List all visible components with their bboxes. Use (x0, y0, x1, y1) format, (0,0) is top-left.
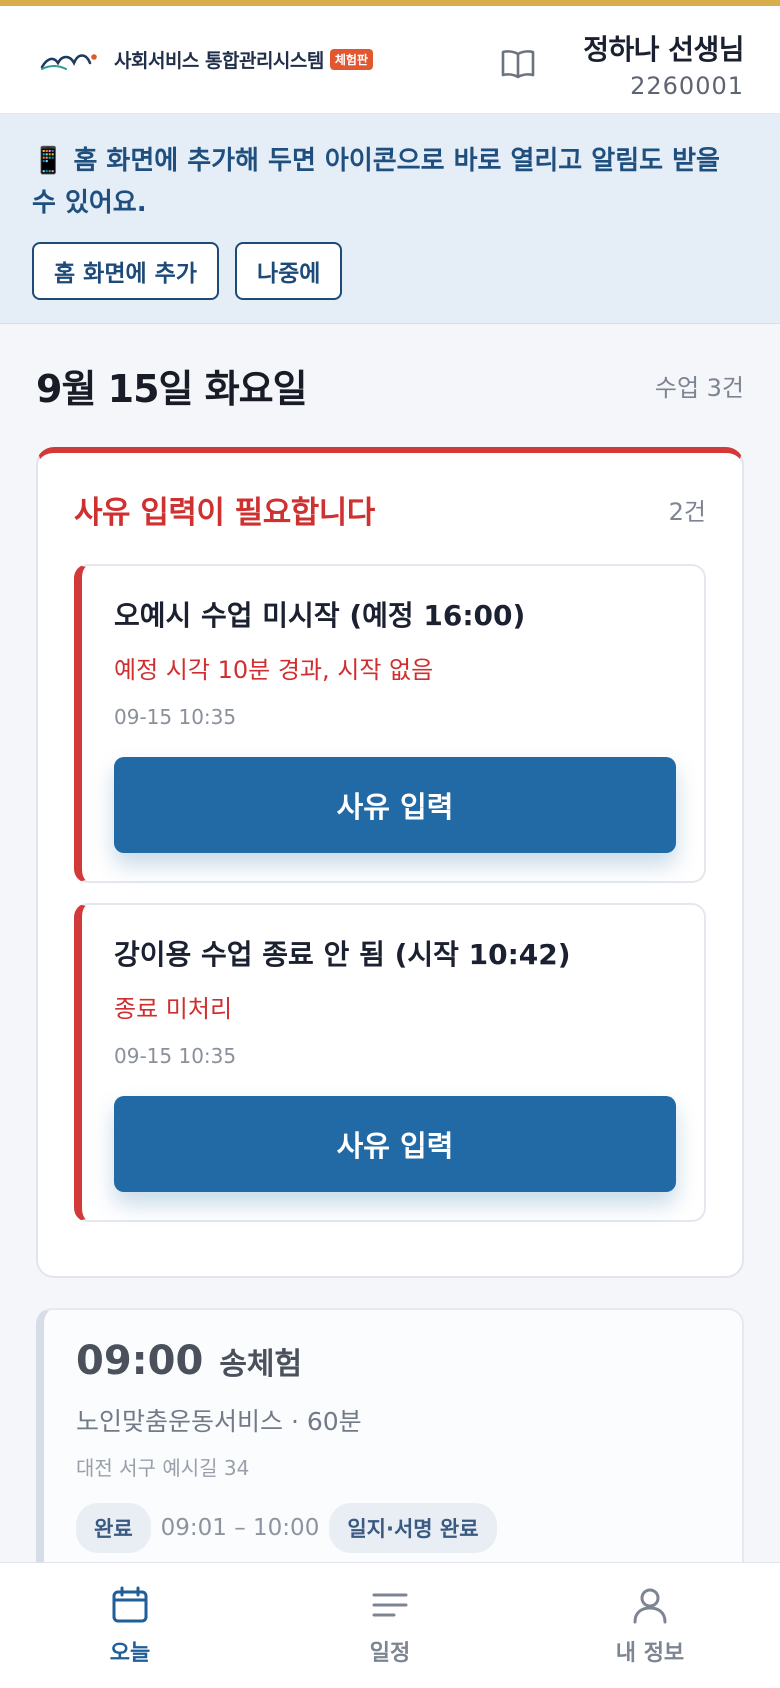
nav-profile[interactable]: 내 정보 (550, 1585, 750, 1667)
nav-today-label: 오늘 (109, 1640, 151, 1666)
alert-card-timestamp: 09-15 10:35 (114, 705, 237, 729)
brand-title: 사회서비스 통합관리시스템 (114, 50, 324, 72)
alert-header: 사유 입력이 필요합니다 2건 (74, 487, 706, 532)
status-badge: 완료 (76, 1503, 151, 1553)
alert-card-reason: 예정 시각 10분 경과, 시작 없음 (114, 656, 434, 684)
book-icon (501, 50, 535, 79)
brand-logo[interactable]: 사회서비스 통합관리시스템 체험판 (40, 45, 374, 75)
nav-profile-label: 내 정보 (615, 1640, 685, 1666)
page-title-date: 9월 15일 화요일 (36, 367, 308, 411)
alert-count: 2건 (668, 498, 706, 526)
log-status-badge: 일지·서명 완료 (329, 1503, 497, 1553)
user-info[interactable]: 정하나 선생님 2260001 (583, 28, 744, 100)
later-button[interactable]: 나중에 (234, 242, 343, 300)
manual-button[interactable] (496, 44, 540, 84)
add-to-home-button[interactable]: 홈 화면에 추가 (32, 242, 219, 300)
install-banner-text: 홈 화면에 추가해 두면 아이콘으로 바로 열리고 알림도 받을 수 있어요. (32, 146, 720, 218)
app-header: 사회서비스 통합관리시스템 체험판 정하나 선생님 2260001 (0, 6, 780, 114)
alert-card: 오예시 수업 미시작 (예정 16:00) 예정 시각 10분 경과, 시작 없… (74, 564, 706, 883)
alert-card-reason: 종료 미처리 (114, 995, 233, 1023)
alert-card: 강이용 수업 종료 안 됨 (시작 10:42) 종료 미처리 09-15 10… (74, 903, 706, 1222)
phone-icon: 📱 (32, 146, 65, 176)
user-id: 2260001 (630, 72, 744, 100)
user-icon (633, 1588, 667, 1623)
install-banner-message: 📱 홈 화면에 추가해 두면 아이콘으로 바로 열리고 알림도 받을 수 있어요… (32, 140, 748, 224)
reason-required-panel: 사유 입력이 필요합니다 2건 오예시 수업 미시작 (예정 16:00) 예정… (36, 447, 744, 1278)
class-count: 수업 3건 (654, 374, 744, 402)
alert-card-timestamp: 09-15 10:35 (114, 1044, 237, 1068)
client-address: 대전 서구 예시길 34 (76, 1456, 250, 1480)
date-row: 9월 15일 화요일 수업 3건 (0, 358, 780, 413)
nav-today[interactable]: 오늘 (30, 1585, 230, 1667)
install-banner: 📱 홈 화면에 추가해 두면 아이콘으로 바로 열리고 알림도 받을 수 있어요… (0, 114, 780, 324)
calendar-icon (112, 1586, 148, 1622)
logo-wave-icon (40, 53, 97, 70)
alert-card-title: 오예시 수업 미시작 (예정 16:00) (114, 599, 526, 632)
alert-card-title: 강이용 수업 종료 안 됨 (시작 10:42) (114, 938, 571, 971)
schedule-status-row: 완료 09:01 – 10:00 일지·서명 완료 (76, 1503, 706, 1553)
nav-schedule[interactable]: 일정 (290, 1585, 490, 1667)
list-icon (372, 1593, 408, 1616)
client-name: 송체험 (219, 1347, 303, 1382)
install-banner-actions: 홈 화면에 추가 나중에 (32, 242, 748, 300)
user-name: 정하나 선생님 (583, 33, 744, 66)
alert-title: 사유 입력이 필요합니다 (74, 495, 375, 531)
service-info: 노인맞춤운동서비스 · 60분 (76, 1407, 362, 1436)
schedule-card-header: 09:00 송체험 (76, 1338, 706, 1384)
trial-badge: 체험판 (329, 49, 374, 70)
bottom-nav: 오늘 일정 내 정보 (0, 1562, 780, 1688)
nav-schedule-label: 일정 (369, 1640, 411, 1666)
enter-reason-button[interactable]: 사유 입력 (114, 1096, 676, 1192)
enter-reason-button[interactable]: 사유 입력 (114, 757, 676, 853)
schedule-time: 09:00 (76, 1338, 204, 1384)
actual-time-range: 09:01 – 10:00 (160, 1515, 320, 1541)
